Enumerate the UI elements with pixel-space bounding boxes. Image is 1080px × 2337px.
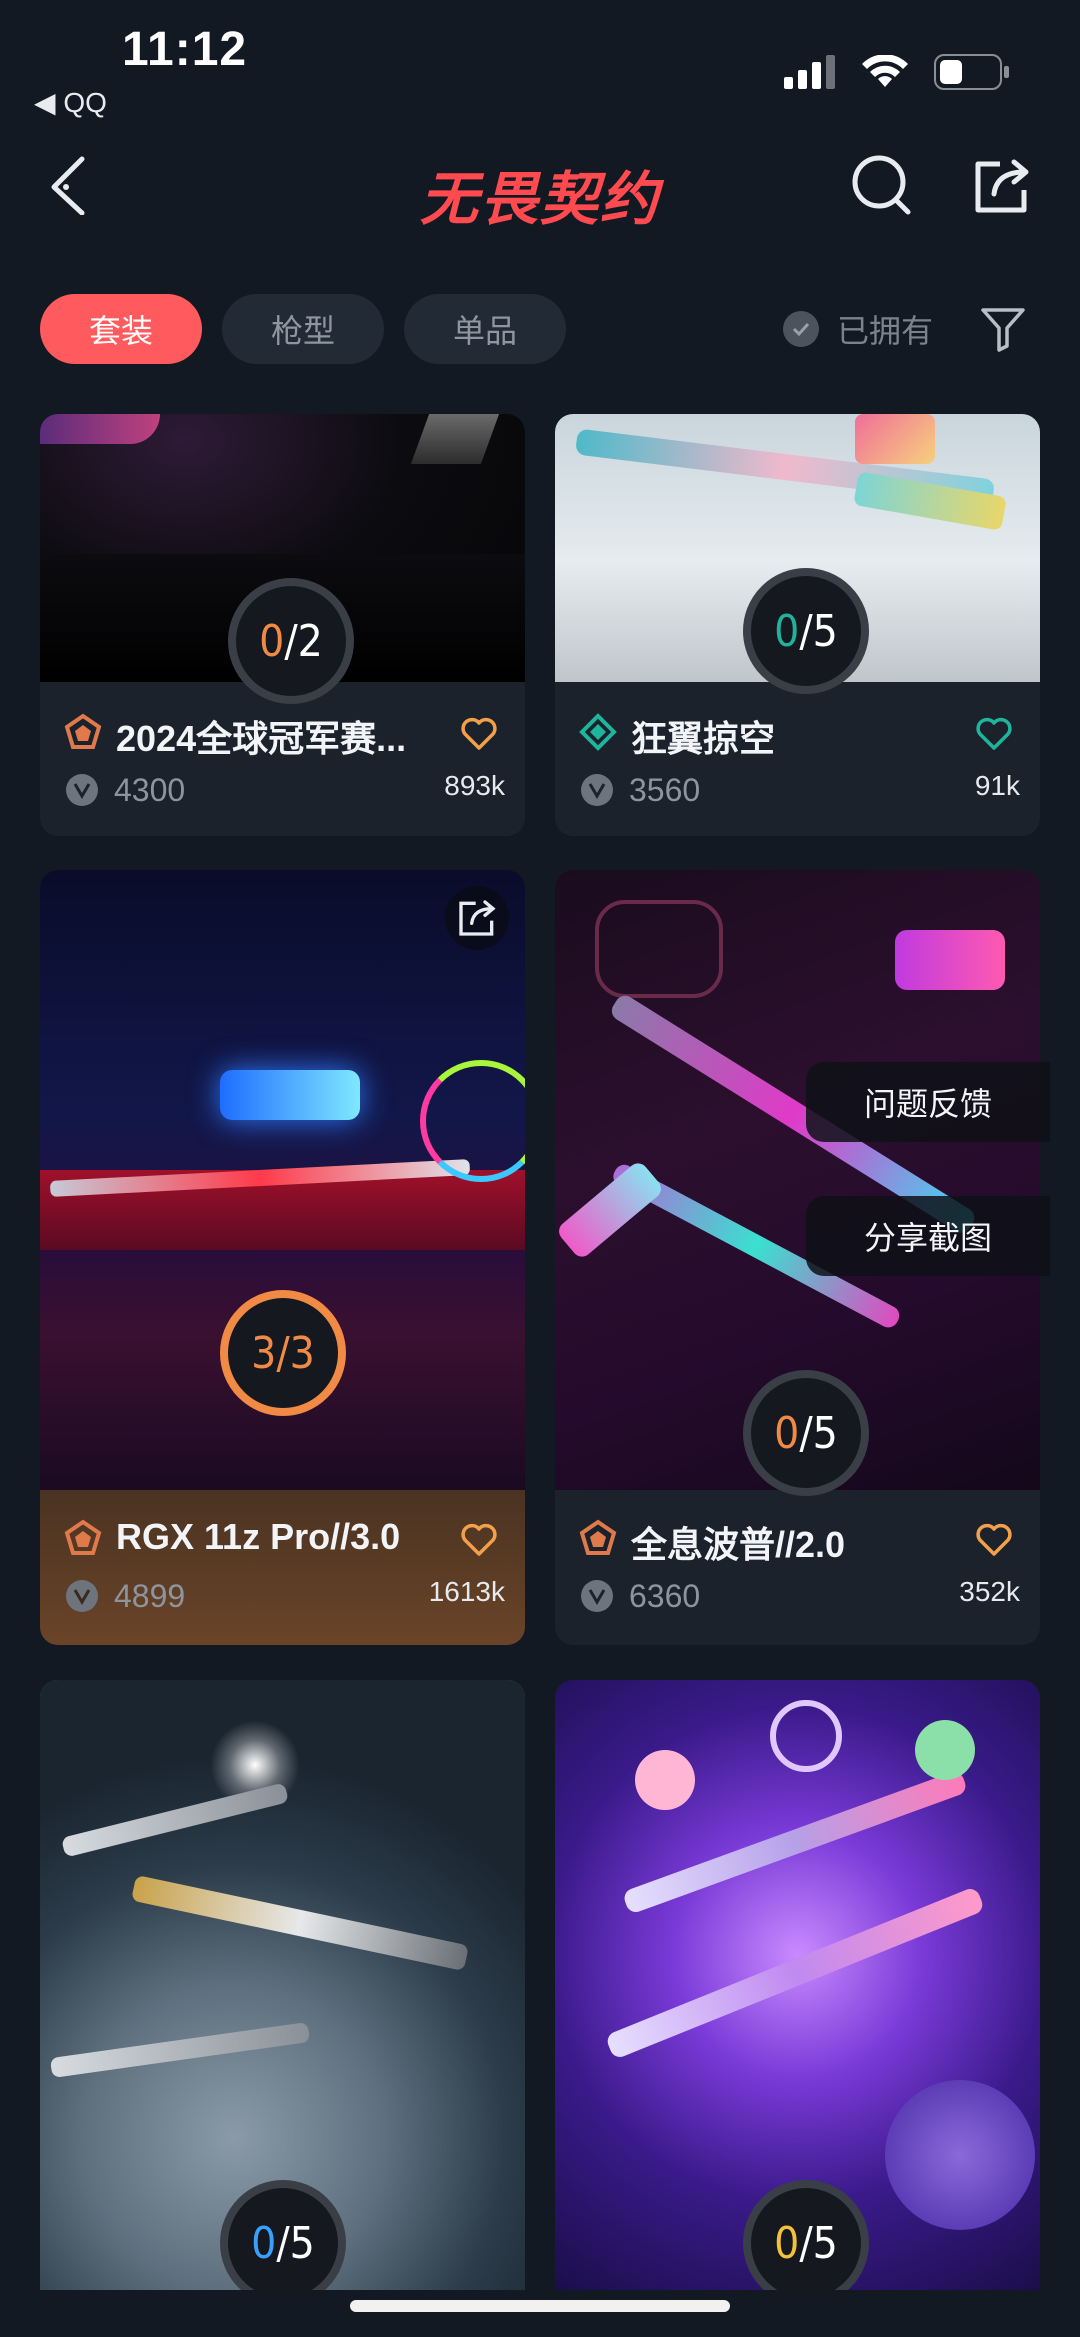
like-count: 91k [974, 770, 1020, 801]
favorite-heart-icon[interactable] [459, 1520, 499, 1560]
valorant-points-icon [66, 1580, 98, 1612]
rarity-tier-icon [64, 1519, 102, 1555]
valorant-points-icon [66, 774, 98, 806]
battery-icon [934, 54, 1009, 90]
set-title: RGX 11z Pro//3.0 [116, 1516, 401, 1557]
owned-progress-badge: 0/5 [743, 568, 869, 694]
home-indicator[interactable] [350, 2300, 730, 2312]
valorant-points-icon [581, 774, 613, 806]
set-price: 4300 [114, 772, 186, 808]
check-circle-icon [783, 311, 819, 347]
owned-filter-label: 已拥有 [837, 313, 934, 349]
tab-weapon-types[interactable]: 枪型 [222, 294, 384, 364]
back-to-app-link[interactable]: ◀ QQ [34, 86, 107, 119]
wifi-icon [862, 55, 908, 87]
status-icons [784, 52, 1010, 92]
search-icon[interactable] [850, 152, 914, 216]
status-time: 11:12 [122, 23, 248, 76]
cellular-signal-icon [784, 55, 835, 89]
like-count: 893k [444, 770, 505, 801]
feedback-button[interactable]: 问题反馈 [806, 1062, 1050, 1142]
skin-set-card[interactable]: 0/2 2024全球冠军赛... 4300 893k [40, 414, 525, 836]
set-title: 全息波普//2.0 [631, 1524, 846, 1565]
filter-icon[interactable] [980, 306, 1026, 352]
owned-progress-badge: 3/3 [220, 1290, 346, 1416]
rarity-tier-icon [579, 1519, 617, 1555]
favorite-heart-icon[interactable] [459, 714, 499, 754]
owned-progress-badge: 0/2 [228, 578, 354, 704]
set-price: 3560 [629, 772, 701, 808]
share-screenshot-button[interactable]: 分享截图 [806, 1196, 1050, 1276]
share-icon[interactable] [972, 156, 1032, 216]
tab-single-items[interactable]: 单品 [404, 294, 566, 364]
owned-progress-badge: 0/5 [743, 1370, 869, 1496]
rarity-tier-icon [64, 713, 102, 749]
set-price: 6360 [629, 1578, 701, 1614]
skin-set-card[interactable]: 0/5 [40, 1680, 525, 2290]
like-count: 352k [959, 1576, 1020, 1607]
skin-set-card[interactable]: 3/3 RGX 11z Pro//3.0 4899 1613k [40, 870, 525, 1645]
owned-filter-toggle[interactable]: 已拥有 [783, 306, 933, 352]
tab-sets[interactable]: 套装 [40, 294, 202, 364]
set-title: 2024全球冠军赛... [116, 718, 407, 759]
skin-set-card[interactable]: 0/5 狂翼掠空 3560 91k [555, 414, 1040, 836]
skin-set-card[interactable]: 0/5 [555, 1680, 1040, 2290]
valorant-points-icon [581, 1580, 613, 1612]
like-count: 1613k [428, 1576, 505, 1607]
favorite-heart-icon[interactable] [974, 714, 1014, 754]
set-price: 4899 [114, 1578, 186, 1614]
rarity-tier-icon [579, 713, 617, 751]
app-logo-title: 无畏契约 [419, 167, 660, 232]
card-share-button[interactable] [445, 886, 509, 950]
favorite-heart-icon[interactable] [974, 1520, 1014, 1560]
set-title: 狂翼掠空 [631, 718, 776, 759]
